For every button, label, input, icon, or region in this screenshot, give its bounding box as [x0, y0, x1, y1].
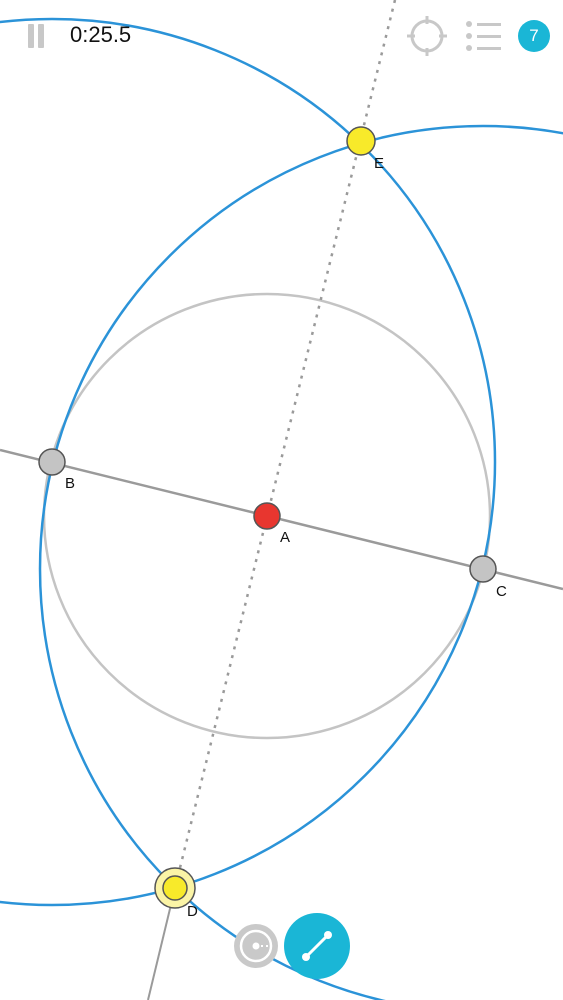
- top-bar: 0:25.5 7: [0, 0, 563, 70]
- line-tool-icon: [302, 931, 332, 961]
- crosshair-icon[interactable]: [406, 15, 448, 57]
- label-c: C: [496, 583, 507, 600]
- pause-icon[interactable]: [26, 24, 46, 48]
- label-d: D: [187, 903, 198, 920]
- blue-circle-b: [0, 17, 497, 907]
- label-b: B: [65, 475, 75, 492]
- level-badge[interactable]: 7: [518, 20, 550, 52]
- construction-canvas[interactable]: A B C D E: [0, 0, 563, 1000]
- point-e[interactable]: [346, 126, 376, 156]
- point-c[interactable]: [469, 555, 497, 583]
- line-tool-button[interactable]: [284, 913, 350, 979]
- circle-tool-button[interactable]: [234, 924, 278, 968]
- label-a: A: [280, 529, 290, 546]
- point-a[interactable]: [253, 502, 281, 530]
- label-e: E: [374, 155, 384, 172]
- circle-tool-icon: [239, 929, 273, 963]
- point-d[interactable]: [162, 875, 188, 901]
- point-b[interactable]: [38, 448, 66, 476]
- timer: 0:25.5: [70, 22, 132, 47]
- list-icon[interactable]: [464, 18, 504, 54]
